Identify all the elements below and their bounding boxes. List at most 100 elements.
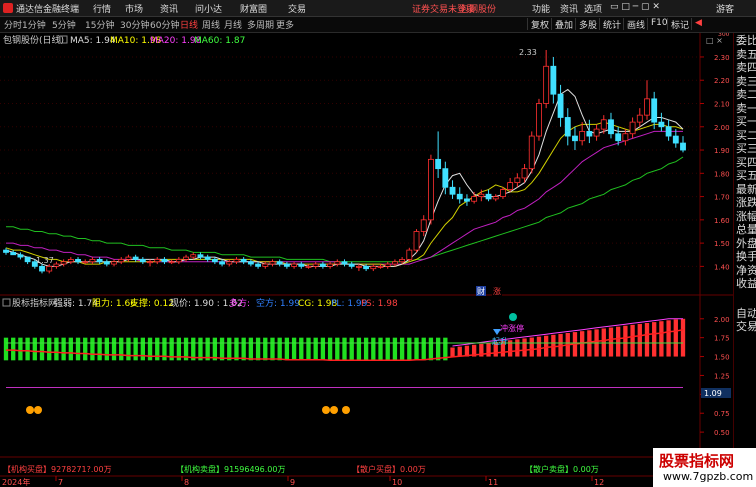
candle-body: [226, 261, 233, 265]
menu-caifuquan[interactable]: 财富圈: [240, 2, 267, 15]
candle-body: [449, 186, 456, 195]
menu-gongneng[interactable]: 功能: [532, 2, 550, 15]
guest-label[interactable]: 游客: [716, 2, 734, 15]
candle-body: [521, 168, 528, 179]
candle-body: [283, 263, 290, 267]
low-price-label: 1.37: [36, 256, 54, 265]
period-60min[interactable]: 60分钟: [150, 18, 179, 31]
sub-tick-label: 1.75: [714, 335, 730, 343]
candle-body: [125, 256, 132, 260]
candle-body: [557, 93, 564, 118]
date-year: 2024年: [2, 477, 30, 487]
zhang-marker-text: 涨: [493, 286, 501, 296]
period-weekly[interactable]: 周线: [202, 18, 220, 31]
quote-label: 收益: [736, 277, 756, 290]
trade-label[interactable]: 自动: [736, 307, 756, 320]
candle-body: [147, 261, 153, 264]
menu-hangqing[interactable]: 行情: [93, 2, 111, 15]
candle-body: [586, 131, 593, 137]
quote-label: 涨跌: [736, 196, 756, 209]
candle-body: [161, 259, 168, 263]
candle-body: [53, 263, 60, 267]
period-toolbar: 分时 1分钟 5分钟 15分钟 30分钟 60分钟 日线 周线 月线 多周期 更…: [0, 17, 756, 33]
candle: [536, 98, 542, 141]
overlay-button[interactable]: 叠加: [551, 18, 576, 31]
candle-body: [579, 131, 586, 142]
limit-up-icon: [509, 313, 517, 321]
candle-body: [89, 259, 96, 263]
candle-body: [240, 259, 247, 263]
candle-body: [651, 98, 658, 123]
candle-body: [377, 265, 384, 268]
sub-bear: 空方: 1.99: [256, 297, 300, 309]
menu-wenxiaoda[interactable]: 问小达: [195, 2, 222, 15]
menu-jiaoyi[interactable]: 交易: [288, 2, 306, 15]
peak-price-label: 2.33: [519, 48, 537, 57]
date-label: 9: [290, 478, 295, 487]
menu-shichang[interactable]: 市场: [125, 2, 143, 15]
app-title: 通达信金融终端: [16, 5, 80, 15]
retail-buy-flow: 【散户买盘】0.00万: [352, 464, 426, 474]
candle-body: [291, 263, 298, 267]
candle-body: [17, 254, 24, 258]
draw-line-button[interactable]: 画线: [623, 18, 648, 31]
app-logo-icon: [3, 3, 13, 13]
period-1min[interactable]: 1分钟: [22, 18, 46, 31]
menu-zixun[interactable]: 资讯: [160, 2, 178, 15]
sub-bull: 多方:: [229, 297, 250, 309]
candle-body: [190, 254, 197, 258]
candle-body: [154, 259, 161, 263]
ma60-label: MA60: 1.87: [194, 36, 245, 46]
restore-rights-button[interactable]: 复权: [527, 18, 552, 31]
candle-body: [636, 114, 643, 123]
period-daily[interactable]: 日线: [180, 18, 198, 31]
cai-marker-text: 财: [477, 286, 485, 296]
quote-label: 卖三: [736, 74, 756, 88]
candle-body: [608, 119, 614, 135]
candle-body: [197, 254, 204, 258]
candle-body: [514, 177, 521, 184]
period-15min[interactable]: 15分钟: [85, 18, 114, 31]
period-more[interactable]: 更多: [276, 18, 294, 31]
candle-body: [665, 126, 672, 137]
candle-body: [341, 261, 348, 265]
candle-body: [139, 259, 146, 263]
candle-body: [24, 256, 31, 263]
candle-body: [528, 135, 535, 170]
price-tick-label: 1.50: [714, 240, 730, 248]
mark-button[interactable]: 标记: [667, 18, 692, 31]
period-fenshi[interactable]: 分时: [4, 18, 22, 31]
candle-body: [550, 65, 557, 95]
price-tick-label: 1.40: [714, 263, 730, 271]
inst-buy-flow: 【机构买盘】9278271?.00万: [3, 464, 112, 474]
quote-label: 买四: [736, 155, 756, 169]
date-label: 7: [58, 478, 63, 487]
quote-label: 最新: [736, 182, 756, 196]
ma5-label: MA5: 1.94: [70, 36, 116, 46]
candle-body: [269, 261, 276, 265]
window-controls-icon[interactable]: ▭ □ ─ ▢ ✕: [610, 2, 660, 12]
toggle-panel-icon[interactable]: ◀: [691, 18, 705, 30]
menu-zixun-right[interactable]: 资讯: [560, 2, 578, 15]
menu-xuanxiang[interactable]: 选项: [584, 2, 602, 15]
trade-label[interactable]: 交易: [736, 320, 756, 333]
statistics-button[interactable]: 统计: [599, 18, 624, 31]
watermark-url: www.7gpzb.com: [663, 470, 754, 483]
period-5min[interactable]: 5分钟: [52, 18, 76, 31]
period-multi[interactable]: 多周期: [247, 18, 274, 31]
multi-stock-button[interactable]: 多股: [575, 18, 600, 31]
quote-label: 卖一: [736, 101, 756, 115]
price-tick-label: 2.30: [714, 54, 730, 62]
candle-body: [464, 198, 470, 202]
quote-label: 买一: [736, 115, 756, 128]
candle-body: [211, 259, 218, 263]
quote-label: 净资: [736, 263, 756, 277]
candle-body: [175, 259, 182, 263]
period-30min[interactable]: 30分钟: [120, 18, 149, 31]
quote-label: 卖五: [736, 47, 756, 61]
candle-body: [442, 168, 449, 188]
period-monthly[interactable]: 月线: [224, 18, 242, 31]
candle-body: [413, 231, 420, 251]
kline-chart[interactable]: 包钢股份(日线) MA5: 1.94 MA10: 1.98 MA20: 1.98…: [0, 33, 733, 487]
candle-body: [644, 98, 650, 116]
